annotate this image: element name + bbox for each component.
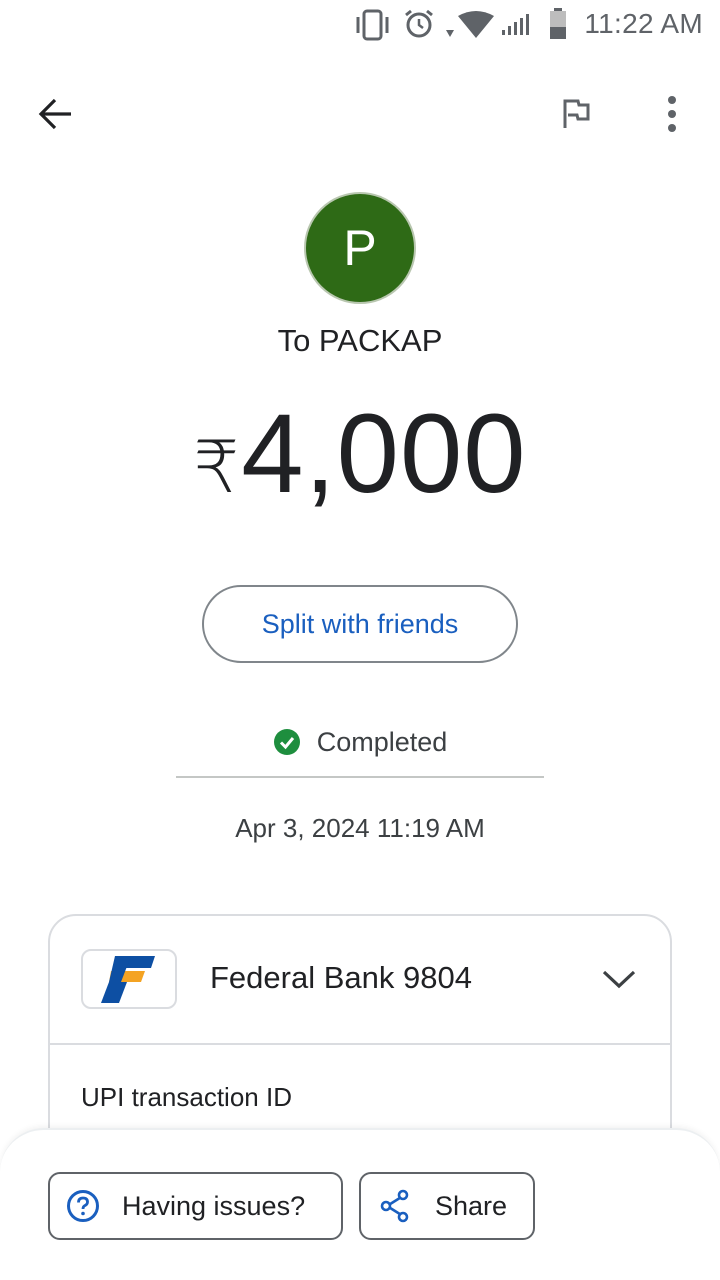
back-button[interactable] xyxy=(28,86,84,142)
having-issues-label: Having issues? xyxy=(122,1190,306,1221)
amount-value: 4,000 xyxy=(241,391,527,516)
back-arrow-icon xyxy=(38,98,71,130)
top-app-bar xyxy=(0,80,720,144)
vibrate-icon xyxy=(356,9,389,41)
status-time: 11:22 AM xyxy=(584,8,703,39)
split-with-friends-button[interactable]: Split with friends xyxy=(202,585,518,663)
payee-avatar: P xyxy=(304,192,416,304)
divider xyxy=(176,776,544,778)
transaction-details-screen: 11:22 AM P To PACKAP ₹ 4,000 Split with … xyxy=(0,0,720,1280)
flag-icon xyxy=(563,99,590,128)
help-circle-icon xyxy=(67,1190,99,1222)
transaction-status: Completed xyxy=(0,722,720,762)
amount: ₹ 4,000 xyxy=(0,398,720,528)
bottom-action-bar: Having issues? Share xyxy=(0,1128,720,1280)
payee-name: To PACKAP xyxy=(277,323,443,358)
check-circle-icon xyxy=(273,729,300,755)
more-options-button[interactable] xyxy=(644,86,700,142)
having-issues-button[interactable]: Having issues? xyxy=(48,1172,343,1240)
expand-details-button[interactable] xyxy=(592,952,646,1006)
share-button[interactable]: Share xyxy=(359,1172,535,1240)
bank-account-name: Federal Bank 9804 xyxy=(210,960,472,995)
federal-bank-logo xyxy=(101,956,155,1003)
bank-account-row[interactable]: Federal Bank 9804 xyxy=(50,916,670,1044)
alarm-icon xyxy=(405,9,433,38)
share-icon xyxy=(380,1189,409,1223)
card-divider xyxy=(50,1043,670,1045)
upi-transaction-id-label: UPI transaction ID xyxy=(81,1082,292,1112)
bank-logo xyxy=(81,949,177,1009)
signal-icon xyxy=(502,14,529,35)
battery-icon xyxy=(550,8,566,39)
more-vert-icon xyxy=(668,96,676,132)
status-label: Completed xyxy=(316,726,448,757)
transaction-datetime: Apr 3, 2024 11:19 AM xyxy=(235,813,485,843)
share-label: Share xyxy=(435,1190,508,1221)
chevron-down-icon xyxy=(602,970,636,989)
status-bar: 11:22 AM xyxy=(0,0,720,50)
wifi-icon xyxy=(446,11,494,38)
currency-symbol: ₹ xyxy=(193,428,240,508)
report-button[interactable] xyxy=(548,86,604,142)
